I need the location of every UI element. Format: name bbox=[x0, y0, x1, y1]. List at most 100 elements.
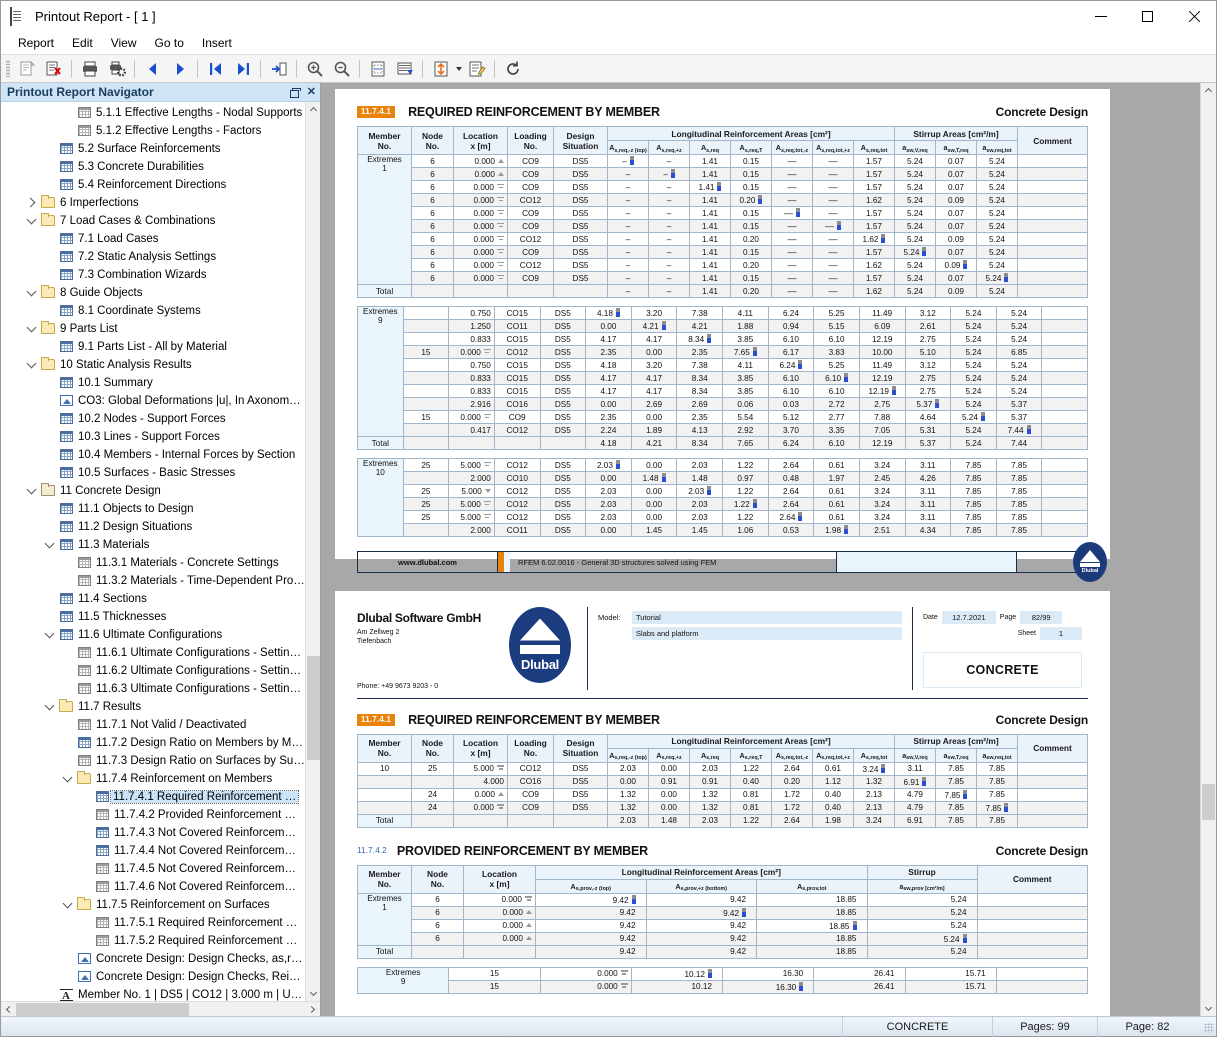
chevron-down-icon[interactable] bbox=[41, 626, 57, 644]
navigator-item[interactable]: 11.7.5 Reinforcement on Surfaces bbox=[1, 896, 305, 914]
navigator-item[interactable]: 11.7.4.6 Not Covered Reinforcem… bbox=[1, 878, 305, 896]
chevron-down-icon[interactable] bbox=[23, 284, 39, 302]
navigator-item[interactable]: 5.1.1 Effective Lengths - Nodal Supports bbox=[1, 104, 305, 122]
navigator-item[interactable]: 11.6.2 Ultimate Configurations - Settin… bbox=[1, 662, 305, 680]
navigator-item[interactable]: 11.7.5.1 Required Reinforcement … bbox=[1, 914, 305, 932]
document-scroll-track[interactable] bbox=[1201, 98, 1216, 1001]
zoom-in-icon[interactable] bbox=[302, 56, 327, 81]
navigator-item[interactable]: CO3: Global Deformations |u|, In Axonome… bbox=[1, 392, 305, 410]
edit-report-icon[interactable] bbox=[464, 56, 489, 81]
navigator-item[interactable]: 11.7.2 Design Ratio on Members by Me… bbox=[1, 734, 305, 752]
navigator-item[interactable]: 10.1 Summary bbox=[1, 374, 305, 392]
document-scroll-thumb[interactable] bbox=[1202, 784, 1215, 820]
maximize-button[interactable] bbox=[1124, 1, 1170, 32]
document-scrollport[interactable]: 11.7.4.1 REQUIRED REINFORCEMENT BY MEMBE… bbox=[321, 83, 1200, 1016]
navigator-vertical-scrollbar[interactable] bbox=[305, 102, 320, 1001]
scroll-up-icon[interactable] bbox=[306, 102, 320, 117]
chevron-down-icon[interactable] bbox=[41, 698, 57, 716]
scroll-down-icon[interactable] bbox=[1201, 1001, 1216, 1016]
zoom-out-icon[interactable] bbox=[329, 56, 354, 81]
navigator-item[interactable]: 11.3 Materials bbox=[1, 536, 305, 554]
navigator-hscroll-track[interactable] bbox=[16, 1002, 305, 1017]
last-page-icon[interactable] bbox=[230, 56, 255, 81]
go-to-page-icon[interactable] bbox=[266, 56, 291, 81]
navigator-item[interactable]: 11.7.5.2 Required Reinforcement … bbox=[1, 932, 305, 950]
minimize-button[interactable] bbox=[1078, 1, 1124, 32]
navigator-item[interactable]: 11 Concrete Design bbox=[1, 482, 305, 500]
navigator-item[interactable]: 11.5 Thicknesses bbox=[1, 608, 305, 626]
navigator-item[interactable]: 7 Load Cases & Combinations bbox=[1, 212, 305, 230]
chevron-down-icon[interactable] bbox=[41, 536, 57, 554]
navigator-hscroll-thumb[interactable] bbox=[16, 1003, 189, 1016]
navigator-item[interactable]: Concrete Design: Design Checks, Reinf… bbox=[1, 968, 305, 986]
previous-page-icon[interactable] bbox=[140, 56, 165, 81]
report-selection-icon[interactable] bbox=[392, 56, 417, 81]
scroll-down-icon[interactable] bbox=[306, 986, 320, 1001]
navigator-item[interactable]: 11.7.4 Reinforcement on Members bbox=[1, 770, 305, 788]
navigator-item[interactable]: 6 Imperfections bbox=[1, 194, 305, 212]
scroll-up-icon[interactable] bbox=[1201, 83, 1216, 98]
navigator-scroll-track[interactable] bbox=[306, 117, 320, 986]
print-settings-icon[interactable] bbox=[104, 56, 129, 81]
navigator-item[interactable]: 11.7.4.2 Provided Reinforcement … bbox=[1, 806, 305, 824]
document-vertical-scrollbar[interactable] bbox=[1200, 83, 1216, 1016]
print-icon[interactable] bbox=[77, 56, 102, 81]
delete-report-icon[interactable] bbox=[41, 56, 66, 81]
navigator-item[interactable]: 8 Guide Objects bbox=[1, 284, 305, 302]
navigator-item[interactable]: 10.3 Lines - Support Forces bbox=[1, 428, 305, 446]
chevron-down-icon[interactable] bbox=[23, 320, 39, 338]
chevron-down-icon[interactable] bbox=[59, 896, 75, 914]
navigator-item[interactable]: 5.4 Reinforcement Directions bbox=[1, 176, 305, 194]
navigator-item[interactable]: 9.1 Parts List - All by Material bbox=[1, 338, 305, 356]
navigator-item[interactable]: 11.3.2 Materials - Time-Dependent Pro… bbox=[1, 572, 305, 590]
refresh-icon[interactable] bbox=[500, 56, 525, 81]
navigator-scroll-thumb[interactable] bbox=[307, 656, 320, 760]
navigator-item[interactable]: 11.7.4.4 Not Covered Reinforcem… bbox=[1, 842, 305, 860]
page-setup-icon[interactable] bbox=[365, 56, 390, 81]
chevron-down-icon[interactable] bbox=[23, 482, 39, 500]
navigator-item[interactable]: 10.4 Members - Internal Forces by Sectio… bbox=[1, 446, 305, 464]
menu-goto[interactable]: Go to bbox=[146, 34, 193, 52]
next-page-icon[interactable] bbox=[167, 56, 192, 81]
navigator-item[interactable]: 11.7.3 Design Ratio on Surfaces by Su… bbox=[1, 752, 305, 770]
navigator-item[interactable]: 11.4 Sections bbox=[1, 590, 305, 608]
navigator-item[interactable]: 11.7.4.1 Required Reinforcement … bbox=[1, 788, 305, 806]
navigator-item[interactable]: 7.1 Load Cases bbox=[1, 230, 305, 248]
navigator-item[interactable]: 11.3.1 Materials - Concrete Settings bbox=[1, 554, 305, 572]
chevron-down-icon[interactable] bbox=[23, 356, 39, 374]
chevron-down-icon[interactable] bbox=[59, 770, 75, 788]
navigator-tree[interactable]: 5.1.1 Effective Lengths - Nodal Supports… bbox=[1, 102, 305, 1001]
print-preview-icon[interactable] bbox=[14, 56, 39, 81]
undock-icon[interactable] bbox=[290, 88, 299, 97]
close-button[interactable] bbox=[1170, 1, 1216, 32]
navigator-item[interactable]: 7.3 Combination Wizards bbox=[1, 266, 305, 284]
navigator-item[interactable]: 11.6.3 Ultimate Configurations - Settin… bbox=[1, 680, 305, 698]
toolbar-grip[interactable] bbox=[6, 60, 10, 77]
navigator-item[interactable]: 11.1 Objects to Design bbox=[1, 500, 305, 518]
navigator-item[interactable]: 10.5 Surfaces - Basic Stresses bbox=[1, 464, 305, 482]
navigator-item[interactable]: 10 Static Analysis Results bbox=[1, 356, 305, 374]
navigator-item[interactable]: 11.7.1 Not Valid / Deactivated bbox=[1, 716, 305, 734]
scroll-right-icon[interactable] bbox=[305, 1002, 320, 1017]
navigator-horizontal-scrollbar[interactable] bbox=[1, 1001, 320, 1016]
navigator-item[interactable]: 10.2 Nodes - Support Forces bbox=[1, 410, 305, 428]
navigator-item[interactable]: 5.1.2 Effective Lengths - Factors bbox=[1, 122, 305, 140]
resize-grip[interactable] bbox=[1200, 1019, 1216, 1035]
navigator-item[interactable]: 5.2 Surface Reinforcements bbox=[1, 140, 305, 158]
navigator-item[interactable]: 11.7 Results bbox=[1, 698, 305, 716]
navigator-item[interactable]: 11.6.1 Ultimate Configurations - Settin… bbox=[1, 644, 305, 662]
export-dropdown-caret-icon[interactable] bbox=[454, 58, 463, 80]
navigator-item[interactable]: 5.3 Concrete Durabilities bbox=[1, 158, 305, 176]
navigator-item[interactable]: 11.7.4.3 Not Covered Reinforcem… bbox=[1, 824, 305, 842]
chevron-down-icon[interactable] bbox=[23, 212, 39, 230]
navigator-item[interactable]: 9 Parts List bbox=[1, 320, 305, 338]
chevron-right-icon[interactable] bbox=[23, 194, 39, 212]
first-page-icon[interactable] bbox=[203, 56, 228, 81]
close-icon[interactable]: ✕ bbox=[307, 87, 316, 98]
navigator-item[interactable]: 8.1 Coordinate Systems bbox=[1, 302, 305, 320]
navigator-item[interactable]: 7.2 Static Analysis Settings bbox=[1, 248, 305, 266]
navigator-item[interactable]: 11.6 Ultimate Configurations bbox=[1, 626, 305, 644]
menu-edit[interactable]: Edit bbox=[63, 34, 102, 52]
export-icon[interactable] bbox=[428, 56, 453, 81]
navigator-item[interactable]: Concrete Design: Design Checks, as,req··… bbox=[1, 950, 305, 968]
